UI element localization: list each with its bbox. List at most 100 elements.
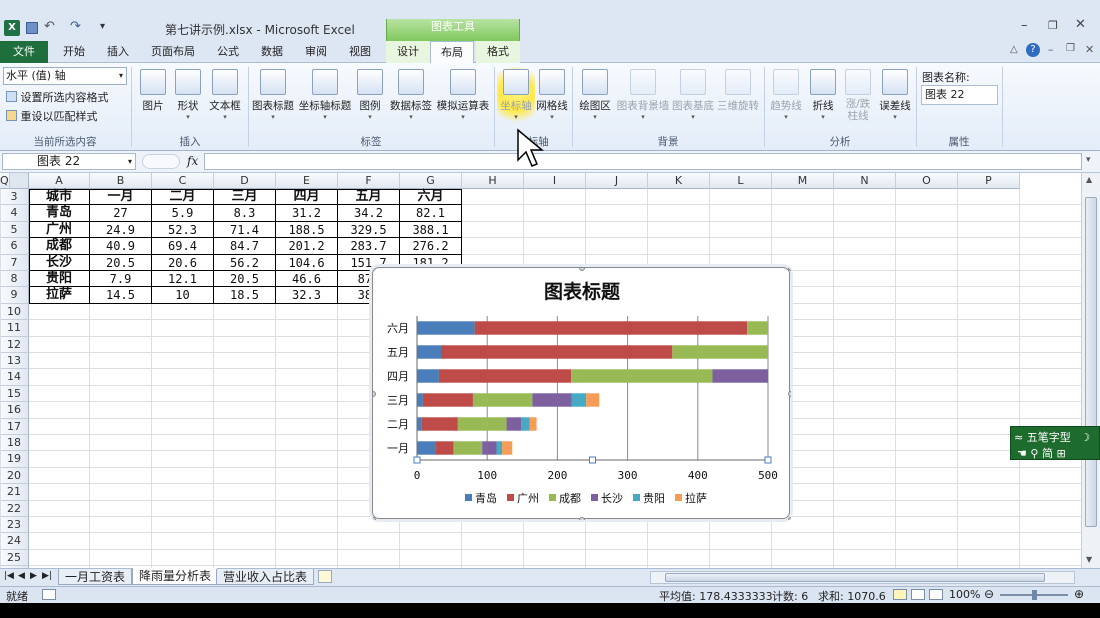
- zoom-out-icon[interactable]: ⊖: [984, 587, 994, 601]
- row-header[interactable]: 13: [0, 353, 29, 370]
- tab-formulas[interactable]: 公式: [208, 41, 248, 63]
- table-cell[interactable]: 五月: [338, 189, 400, 206]
- row-header[interactable]: 25: [0, 549, 29, 567]
- table-cell[interactable]: 一月: [90, 189, 152, 206]
- help-icon[interactable]: ?: [1026, 43, 1040, 57]
- tab-data[interactable]: 数据: [252, 41, 292, 63]
- data-labels-button[interactable]: 数据标签 ▾: [389, 69, 433, 121]
- data-table-button[interactable]: 模拟运算表 ▾: [435, 69, 491, 121]
- column-header[interactable]: K: [648, 173, 710, 189]
- insert-shapes-button[interactable]: 形状 ▾: [173, 69, 203, 121]
- zoom-in-icon[interactable]: ⊕: [1074, 587, 1084, 601]
- row-header[interactable]: 15: [0, 385, 29, 403]
- column-header[interactable]: J: [586, 173, 648, 189]
- table-cell[interactable]: 69.4: [152, 238, 214, 255]
- row-header[interactable]: 21: [0, 484, 29, 501]
- excel-icon[interactable]: X: [4, 20, 20, 36]
- table-cell[interactable]: 84.7: [214, 238, 276, 255]
- axis-titles-button[interactable]: 坐标轴标题 ▾: [297, 69, 353, 121]
- close-button[interactable]: ✕: [1075, 17, 1086, 32]
- column-header[interactable]: N: [834, 173, 896, 189]
- 3d-rotation-button[interactable]: 三维旋转: [716, 69, 760, 113]
- table-cell[interactable]: 7.9: [90, 271, 152, 288]
- table-cell[interactable]: 52.3: [152, 221, 214, 239]
- table-cell[interactable]: 24.9: [90, 221, 152, 239]
- sheet-tab-revenue[interactable]: 营业收入占比表: [216, 569, 315, 585]
- macro-record-icon[interactable]: [42, 589, 56, 600]
- row-header[interactable]: 7: [0, 254, 29, 271]
- error-bars-button[interactable]: 误差线 ▾: [877, 69, 913, 121]
- row-header[interactable]: 23: [0, 517, 29, 534]
- row-header[interactable]: 12: [0, 336, 29, 353]
- plot-area-button[interactable]: 绘图区 ▾: [577, 69, 613, 121]
- row-header[interactable]: 10: [0, 303, 29, 321]
- insert-sheet-icon[interactable]: [318, 570, 332, 583]
- sheet-nav-last-icon[interactable]: ▶|: [42, 571, 52, 581]
- legend-button[interactable]: 图例 ▾: [355, 69, 385, 121]
- scroll-thumb[interactable]: [1085, 197, 1097, 527]
- tab-layout[interactable]: 布局: [430, 41, 474, 64]
- table-cell[interactable]: 283.7: [338, 238, 400, 255]
- ime-toolbar[interactable]: ≈ 五笔字型 ☽ ☚ ⚲ 简 ⊞: [1010, 426, 1100, 460]
- column-header[interactable]: P: [958, 173, 1020, 189]
- updown-bars-button[interactable]: 涨/跌 柱线: [841, 69, 875, 122]
- row-header[interactable]: 20: [0, 467, 29, 485]
- row-header[interactable]: 14: [0, 369, 29, 386]
- trendline-button[interactable]: 趋势线 ▾: [767, 69, 805, 121]
- table-cell[interactable]: 388.1: [400, 221, 462, 239]
- table-cell[interactable]: 329.5: [338, 221, 400, 239]
- table-cell[interactable]: 20.5: [90, 254, 152, 271]
- table-cell[interactable]: 拉萨: [29, 287, 90, 304]
- ribbon-minimize-icon[interactable]: △: [1010, 44, 1018, 55]
- table-cell[interactable]: 32.3: [276, 287, 338, 304]
- table-cell[interactable]: 长沙: [29, 254, 90, 271]
- table-cell[interactable]: 广州: [29, 221, 90, 239]
- normal-view-icon[interactable]: [893, 589, 907, 600]
- table-cell[interactable]: 成都: [29, 238, 90, 255]
- table-cell[interactable]: 14.5: [90, 287, 152, 304]
- undo-icon[interactable]: ↶: [44, 19, 55, 34]
- table-cell[interactable]: 六月: [400, 189, 462, 206]
- table-cell[interactable]: 5.9: [152, 205, 214, 222]
- row-header[interactable]: 9: [0, 287, 29, 304]
- table-cell[interactable]: 40.9: [90, 238, 152, 255]
- table-cell[interactable]: 12.1: [152, 271, 214, 288]
- chart-wall-button[interactable]: 图表背景墙 ▾: [616, 69, 670, 121]
- column-header[interactable]: M: [772, 173, 834, 189]
- column-header[interactable]: H: [462, 173, 524, 189]
- column-header[interactable]: A: [29, 173, 90, 189]
- doc-restore-button[interactable]: ❐: [1066, 43, 1075, 54]
- insert-picture-button[interactable]: 图片: [138, 69, 168, 113]
- column-header[interactable]: I: [524, 173, 586, 189]
- sheet-nav-first-icon[interactable]: |◀: [4, 571, 14, 581]
- column-header[interactable]: C: [152, 173, 214, 189]
- lines-button[interactable]: 折线 ▾: [807, 69, 839, 121]
- row-header[interactable]: 17: [0, 418, 29, 435]
- tab-page-layout[interactable]: 页面布局: [142, 41, 204, 63]
- table-cell[interactable]: 20.5: [214, 271, 276, 288]
- column-header[interactable]: B: [90, 173, 152, 189]
- tab-review[interactable]: 审阅: [296, 41, 336, 63]
- insert-textbox-button[interactable]: 文本框 ▾: [207, 69, 243, 121]
- column-header[interactable]: F: [338, 173, 400, 189]
- row-header[interactable]: 18: [0, 435, 29, 452]
- page-break-view-icon[interactable]: [929, 589, 943, 600]
- zoom-slider[interactable]: [1000, 590, 1068, 600]
- table-cell[interactable]: 56.2: [214, 254, 276, 271]
- horizontal-scroll-thumb[interactable]: [665, 573, 1045, 582]
- horizontal-scrollbar[interactable]: [650, 571, 1075, 584]
- formula-expand-icon[interactable]: [142, 154, 180, 169]
- customize-toolbar-icon[interactable]: ▾: [100, 21, 105, 32]
- tab-view[interactable]: 视图: [340, 41, 380, 63]
- table-cell[interactable]: 188.5: [276, 221, 338, 239]
- table-cell[interactable]: 71.4: [214, 221, 276, 239]
- table-cell[interactable]: 城市: [29, 189, 90, 206]
- formula-bar-expand-icon[interactable]: ▾: [1086, 155, 1091, 165]
- column-header[interactable]: G: [400, 173, 462, 189]
- row-header[interactable]: 4: [0, 205, 29, 222]
- row-header[interactable]: 22: [0, 500, 29, 517]
- page-layout-view-icon[interactable]: [911, 589, 925, 600]
- row-header[interactable]: 24: [0, 533, 29, 550]
- chart-name-input[interactable]: 图表 22: [921, 85, 998, 105]
- column-header[interactable]: L: [710, 173, 772, 189]
